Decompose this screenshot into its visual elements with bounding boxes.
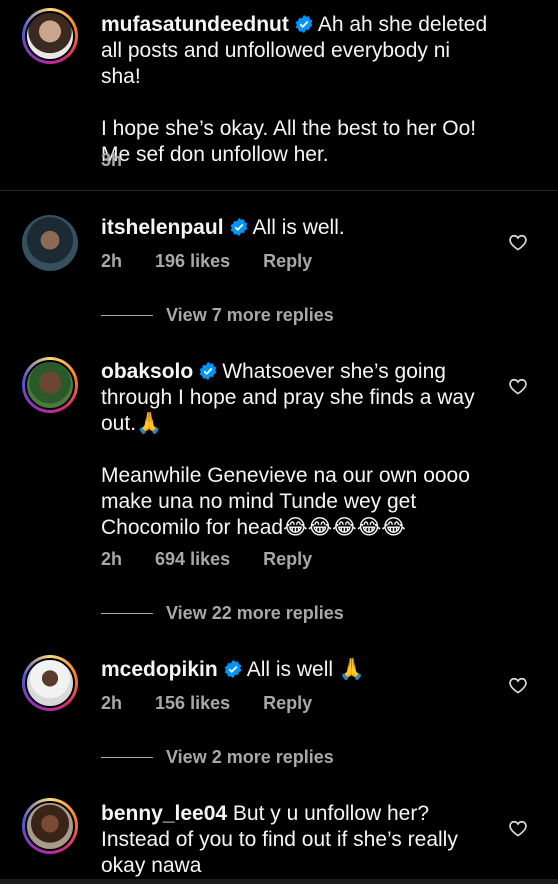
comment-meta: 2h 156 likes Reply — [101, 693, 340, 714]
comment-text: benny_lee04 But y u unfollow her? Instea… — [101, 802, 458, 877]
bottom-edge — [0, 879, 558, 884]
view-more-label[interactable]: View 7 more replies — [166, 305, 334, 326]
verified-badge-icon — [224, 659, 242, 679]
comment-meta: 2h 694 likes Reply — [101, 549, 340, 570]
like-count[interactable]: 694 likes — [155, 549, 230, 569]
view-more-replies[interactable]: View 7 more replies — [101, 305, 334, 326]
divider-line — [101, 315, 153, 316]
avatar[interactable] — [22, 798, 78, 854]
like-count[interactable]: 156 likes — [155, 693, 230, 713]
comment-text: mufasatundeednut Ah ah she deleted all po… — [101, 13, 488, 166]
avatar[interactable] — [22, 655, 78, 711]
comment-meta: 2h 196 likes Reply — [101, 251, 340, 272]
view-more-label[interactable]: View 2 more replies — [166, 747, 334, 768]
like-heart-icon[interactable] — [508, 232, 528, 252]
avatar[interactable] — [22, 215, 78, 271]
view-more-replies[interactable]: View 22 more replies — [101, 603, 344, 624]
divider — [0, 190, 558, 191]
comment-text: obaksolo Whatsoever she’s going through I… — [101, 360, 475, 539]
divider-line — [101, 757, 153, 758]
username[interactable]: mufasatundeednut — [101, 13, 289, 36]
username[interactable]: mcedopikin — [101, 658, 218, 681]
username[interactable]: benny_lee04 — [101, 802, 227, 825]
timestamp: 2h — [101, 549, 123, 569]
avatar[interactable] — [22, 8, 78, 64]
avatar[interactable] — [22, 357, 78, 413]
view-more-replies[interactable]: View 2 more replies — [101, 747, 334, 768]
view-more-label[interactable]: View 22 more replies — [166, 603, 344, 624]
timestamp: 2h — [101, 693, 123, 713]
timestamp: 2h — [101, 251, 123, 271]
reply-button[interactable]: Reply — [263, 549, 312, 569]
username[interactable]: obaksolo — [101, 360, 193, 383]
timestamp: 3h — [101, 150, 123, 170]
like-count[interactable]: 196 likes — [155, 251, 230, 271]
comment-text: mcedopikin All is well 🙏 — [101, 658, 366, 681]
verified-badge-icon — [230, 217, 247, 237]
reply-button[interactable]: Reply — [263, 251, 312, 271]
comment-meta: 3h — [101, 150, 150, 171]
verified-badge-icon — [199, 361, 217, 381]
verified-badge-icon — [295, 14, 313, 34]
divider-line — [101, 613, 153, 614]
like-heart-icon[interactable] — [508, 818, 528, 838]
like-heart-icon[interactable] — [508, 675, 528, 695]
username[interactable]: itshelenpaul — [101, 216, 224, 239]
like-heart-icon[interactable] — [508, 376, 528, 396]
comment-text: itshelenpaul All is well. — [101, 216, 345, 239]
reply-button[interactable]: Reply — [263, 693, 312, 713]
